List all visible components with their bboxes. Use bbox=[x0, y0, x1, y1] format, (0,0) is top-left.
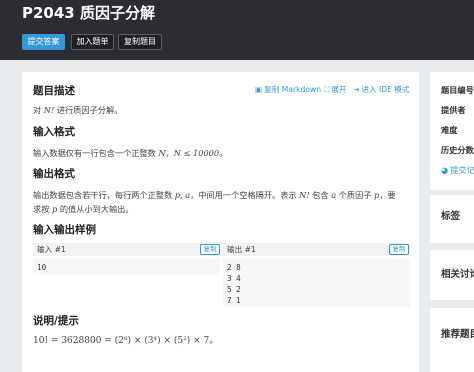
history-score-label: 历史分数 bbox=[441, 145, 474, 155]
related-discussion-card: 相关讨论 bbox=[430, 250, 474, 300]
copy-problem-button[interactable]: 复制题目 bbox=[118, 34, 162, 50]
problem-header: P2043 质因子分解 提交答案 加入题单 复制题目 bbox=[0, 0, 474, 60]
copy-sample-input-button[interactable]: 复制 bbox=[200, 244, 220, 255]
sample-input-label: 输入 #1 bbox=[33, 243, 220, 256]
expand-icon: ⛶ bbox=[324, 85, 330, 94]
problem-card: 题目描述 ▣ 复制 Markdown ⛶ 展开 ⇥ 进入 IDE 模式 对 N! 进行… bbox=[22, 72, 419, 372]
provider-label: 提供者 bbox=[441, 105, 466, 115]
problem-id-label: 题目编号 bbox=[441, 85, 474, 95]
copy-sample-output-button[interactable]: 复制 bbox=[389, 244, 409, 255]
recommended-card: 推荐题目 bbox=[430, 308, 474, 372]
chart-icon: ◕ bbox=[441, 165, 449, 175]
related-discussion-heading[interactable]: 相关讨论 bbox=[441, 266, 474, 280]
tags-heading: 标签 bbox=[441, 211, 461, 222]
sample-input-content: 10 bbox=[33, 258, 220, 275]
page-title: P2043 质因子分解 bbox=[22, 4, 155, 22]
markdown-icon: ▣ bbox=[255, 85, 263, 94]
sample-output-label: 输出 #1 bbox=[223, 243, 410, 256]
tags-card: 标签 bbox=[430, 195, 474, 243]
submit-answer-button[interactable]: 提交答案 bbox=[22, 34, 65, 50]
ide-icon: ⇥ bbox=[353, 85, 360, 94]
add-to-list-button[interactable]: 加入题单 bbox=[71, 34, 114, 50]
notes-formula: 10! = 3628800 = (2⁸) × (3⁴) × (5²) × 7。 bbox=[33, 336, 219, 346]
submission-record-link[interactable]: ◕ 提交记 bbox=[441, 164, 474, 176]
difficulty-label: 难度 bbox=[441, 125, 458, 135]
input-format-text: 输入数据仅有一行包含一个正整数 N，N ≤ 10000。 bbox=[33, 148, 228, 158]
output-format-line1: 输出数据包含若干行，每行两个正整数 p, a，中间用一个空格隔开。表示 N! 包… bbox=[33, 190, 396, 200]
enter-ide-link[interactable]: ⇥ 进入 IDE 模式 bbox=[353, 84, 409, 95]
description-heading: 题目描述 bbox=[33, 85, 75, 97]
description-text: 对 N! 进行质因子分解。 bbox=[33, 105, 123, 115]
output-format-line2: 求按 p 的值从小到大输出。 bbox=[33, 204, 134, 214]
sample-output-content: 2 8 3 4 5 2 7 1 bbox=[223, 258, 410, 307]
input-format-heading: 输入格式 bbox=[33, 126, 75, 138]
output-format-heading: 输出格式 bbox=[33, 168, 75, 180]
notes-heading: 说明/提示 bbox=[33, 315, 79, 327]
samples-heading: 输入输出样例 bbox=[33, 224, 96, 236]
problem-info-card: 题目编号 提供者 难度 历史分数 ◕ 提交记 bbox=[430, 72, 474, 190]
expand-link[interactable]: ⛶ 展开 bbox=[324, 84, 347, 95]
recommended-heading: 推荐题目 bbox=[441, 329, 474, 340]
copy-markdown-link[interactable]: ▣ 复制 Markdown bbox=[255, 84, 321, 95]
